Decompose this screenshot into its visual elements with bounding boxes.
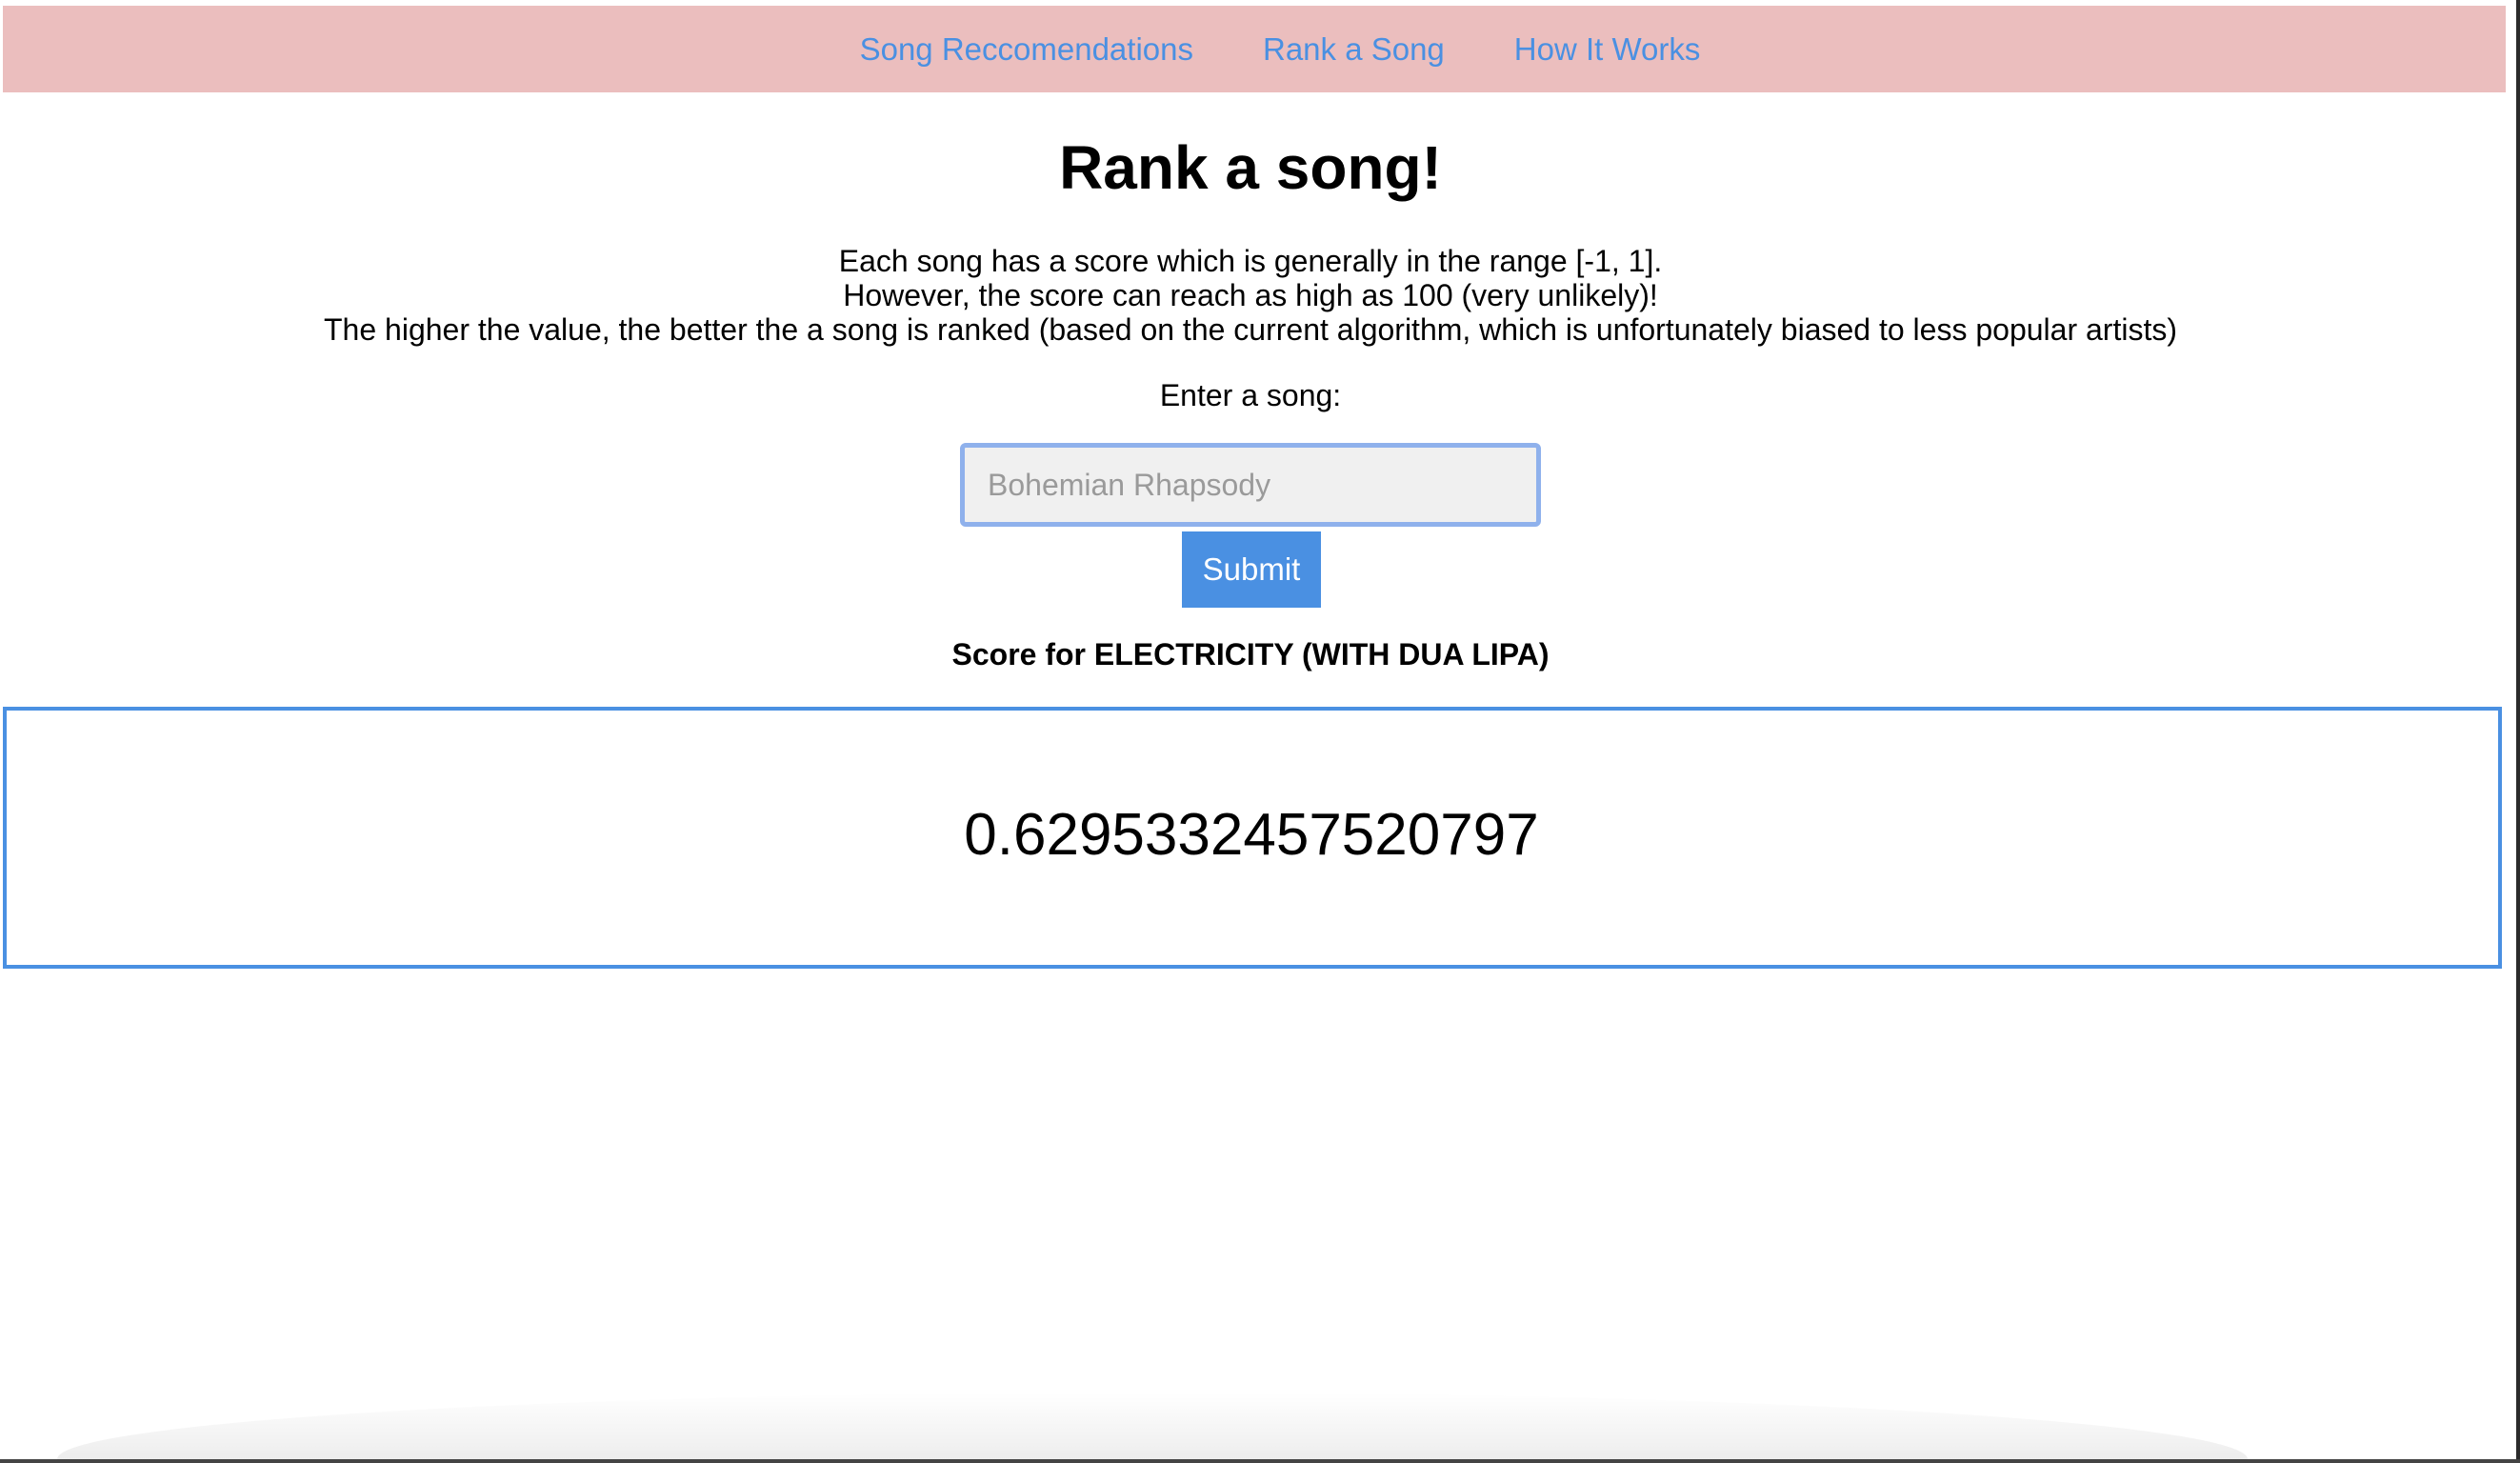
submit-button[interactable]: Submit (1182, 531, 1321, 608)
score-heading: Score for ELECTRICITY (WITH DUA LIPA) (951, 637, 1550, 671)
song-input[interactable] (960, 443, 1541, 527)
navbar: Song Reccomendations Rank a Song How It … (3, 6, 2506, 92)
nav-link-rank-a-song[interactable]: Rank a Song (1263, 31, 1445, 68)
nav-link-how-it-works[interactable]: How It Works (1514, 31, 1701, 68)
score-value: 0.6295332457520797 (964, 802, 1539, 868)
window-right-edge (2516, 0, 2520, 1463)
page-title: Rank a song! (1059, 133, 1442, 202)
description-line: Each song has a score which is generally… (838, 244, 1663, 278)
nav-link-song-recommendations[interactable]: Song Reccomendations (860, 31, 1193, 68)
nav-links: Song Reccomendations Rank a Song How It … (860, 31, 1701, 68)
description-line: The higher the value, the better the a s… (324, 312, 2177, 347)
page: Song Reccomendations Rank a Song How It … (0, 0, 2520, 1463)
description-line: However, the score can reach as high as … (843, 278, 1658, 312)
window-bottom-shadow (57, 1393, 2248, 1459)
description: Each song has a score which is generally… (0, 244, 2501, 347)
song-input-label: Enter a song: (1159, 378, 1342, 412)
score-box: 0.6295332457520797 (3, 707, 2502, 969)
window-bottom-edge (0, 1459, 2520, 1463)
